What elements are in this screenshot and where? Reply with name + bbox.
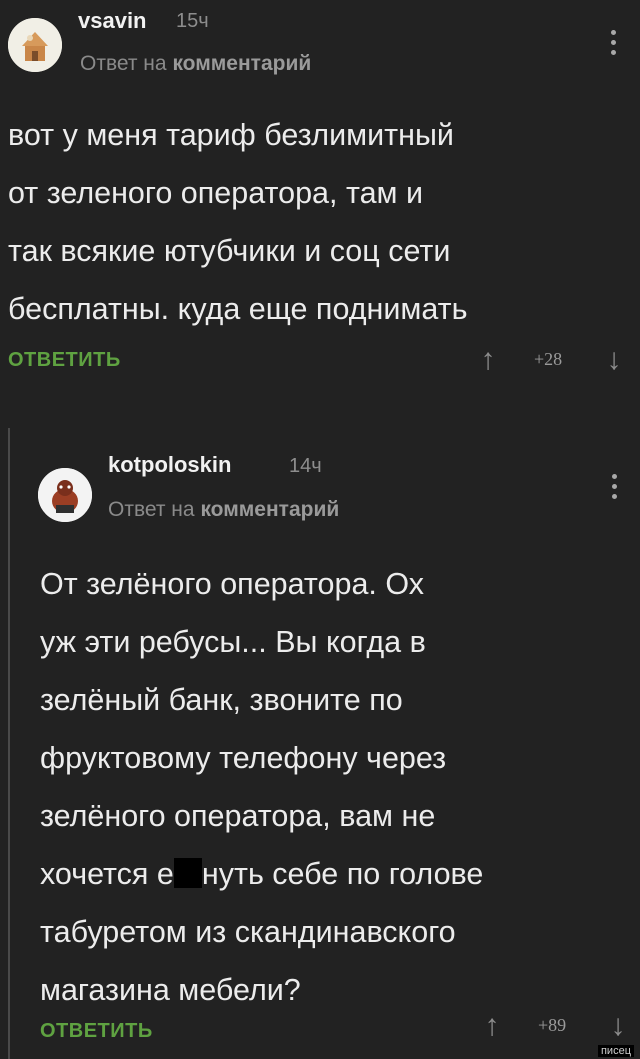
comment-fragment: хочется е xyxy=(40,857,174,891)
reply-button[interactable]: ОТВЕТИТЬ xyxy=(40,1020,153,1043)
reply-button[interactable]: ОТВЕТИТЬ xyxy=(8,349,121,372)
downvote-arrow-icon[interactable]: ↓ xyxy=(608,1008,628,1044)
comment-line: зелёного оператора, вам не xyxy=(40,799,436,833)
avatar[interactable] xyxy=(38,468,92,522)
comment-body: вот у меня тариф безлимитный от зеленого… xyxy=(8,106,468,338)
reply-target-link[interactable]: комментарий xyxy=(172,52,311,75)
reply-target-link[interactable]: комментарий xyxy=(200,498,339,521)
upvote-arrow-icon[interactable]: ↑ xyxy=(482,1008,502,1044)
comment-line: От зелёного оператора. Ох xyxy=(40,567,425,601)
more-options-icon[interactable] xyxy=(611,30,619,60)
comment-line: бесплатны. куда еще поднимать xyxy=(8,292,468,326)
timestamp: 15ч xyxy=(176,10,209,32)
downvote-arrow-icon[interactable]: ↓ xyxy=(604,342,624,378)
comment-kotpoloskin: kotpoloskin 14ч Ответ на комментарий От … xyxy=(0,420,640,1059)
comment-line: зелёный банк, звоните по xyxy=(40,683,403,717)
comment-line: магазина мебели? xyxy=(40,973,301,1007)
upvote-arrow-icon[interactable]: ↑ xyxy=(478,342,498,378)
vote-controls: ↑ +28 ↓ xyxy=(478,342,628,376)
comment-fragment: нуть себе по голове xyxy=(201,857,484,891)
comment-line: от зеленого оператора, там и xyxy=(8,176,424,210)
vote-controls: ↑ +89 ↓ xyxy=(482,1008,632,1042)
score: +89 xyxy=(538,1015,567,1035)
comment-body: От зелёного оператора. Ох уж эти ребусы.… xyxy=(40,555,483,1019)
comment-line: фруктовому телефону через xyxy=(40,741,447,775)
watermark: писец xyxy=(597,1045,634,1057)
avatar[interactable] xyxy=(8,18,62,72)
comment-line: так всякие ютубчики и соц сети xyxy=(8,234,451,268)
reply-prefix: Ответ на xyxy=(108,498,195,521)
username[interactable]: kotpoloskin xyxy=(108,452,231,478)
comment-line: хочется е нуть себе по голове xyxy=(40,845,483,903)
comment-line: уж эти ребусы... Вы когда в xyxy=(40,625,426,659)
censor-block xyxy=(173,858,202,888)
reply-to-line: Ответ на комментарий xyxy=(80,52,311,76)
reply-prefix: Ответ на xyxy=(80,52,167,75)
username[interactable]: vsavin xyxy=(78,8,147,34)
reply-to-line: Ответ на комментарий xyxy=(108,498,339,522)
score: +28 xyxy=(534,349,563,369)
more-options-icon[interactable] xyxy=(612,474,620,504)
comment-line: вот у меня тариф безлимитный xyxy=(8,118,454,152)
comment-vsavin: vsavin 15ч Ответ на комментарий вот у ме… xyxy=(0,0,640,400)
comment-line: табуретом из скандинавского xyxy=(40,915,456,949)
timestamp: 14ч xyxy=(289,455,322,477)
